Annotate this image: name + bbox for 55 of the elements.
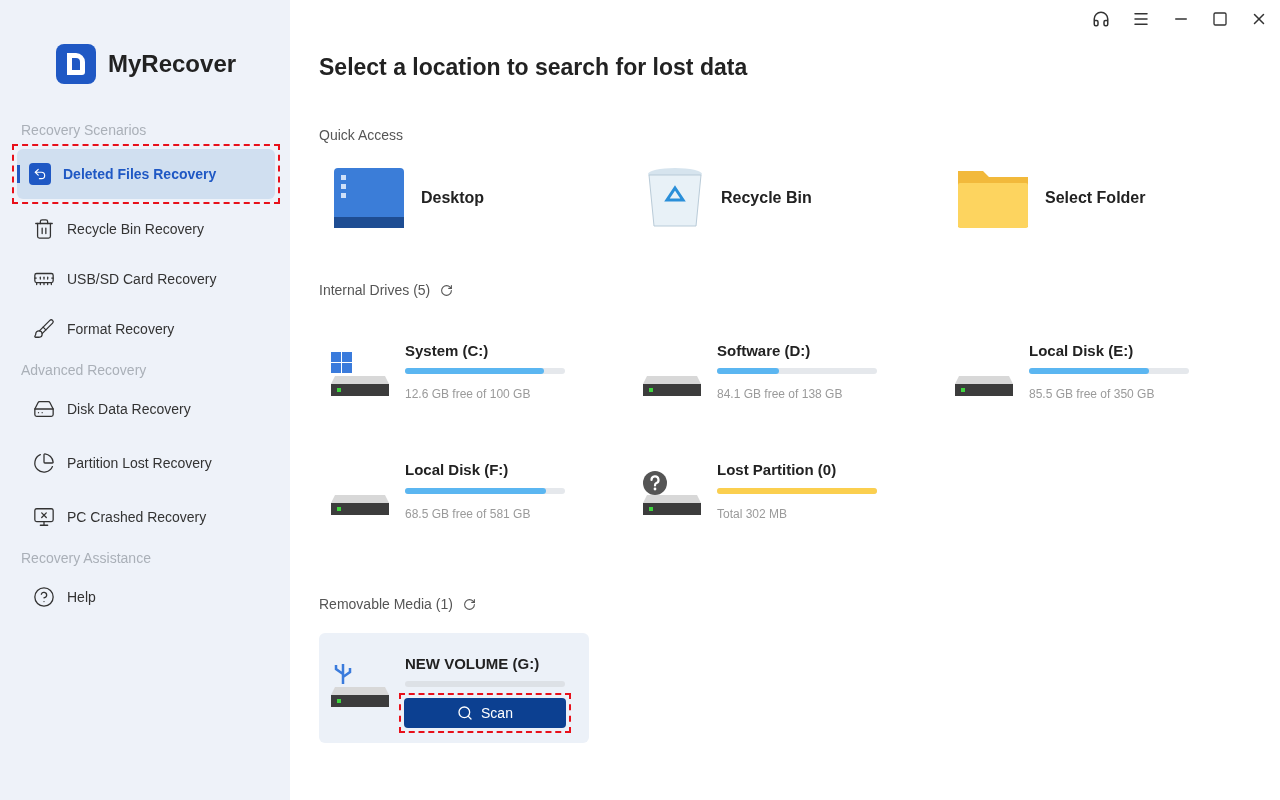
drive-name: Software (D:) [717, 340, 812, 361]
drive-card[interactable]: NEW VOLUME (G:) Scan [319, 632, 589, 743]
help-icon [33, 586, 55, 608]
drive-name: NEW VOLUME (G:) [405, 653, 541, 674]
section-label: Quick Access [319, 125, 405, 145]
headset-icon[interactable] [1092, 10, 1110, 28]
drive-info: 68.5 GB free of 581 GB [405, 505, 532, 523]
sidebar-item[interactable]: Disk Data Recovery [21, 384, 271, 434]
drive-info: Total 302 MB [717, 505, 789, 523]
scan-button[interactable]: Scan [404, 698, 566, 728]
question-mark-icon [643, 471, 667, 495]
app-name: MyRecover [108, 49, 237, 79]
hard-drive-icon [641, 495, 703, 515]
app-logo-icon [56, 44, 96, 84]
sidebar-item[interactable]: PC Crashed Recovery [21, 492, 271, 542]
sidebar-item[interactable]: Format Recovery [21, 304, 271, 354]
windows-logo-icon [331, 351, 352, 373]
drive-info: 84.1 GB free of 138 GB [717, 386, 844, 403]
drive-name: System (C:) [405, 340, 490, 361]
drive-info: 85.5 GB free of 350 GB [1029, 386, 1156, 403]
hard-drive-icon [329, 686, 391, 707]
hard-drive-icon [641, 375, 703, 396]
drive-name: Lost Partition (0) [717, 460, 838, 480]
drive-name: Local Disk (E:) [1029, 340, 1135, 361]
search-icon [457, 705, 474, 721]
quick-access-item[interactable]: Recycle Bin [631, 165, 943, 230]
drive-name: Local Disk (F:) [405, 460, 510, 480]
maximize-icon[interactable] [1212, 11, 1228, 27]
menu-icon[interactable] [1132, 10, 1150, 28]
quick-access-item[interactable]: Desktop [319, 165, 631, 230]
desktop-drive-icon [333, 166, 405, 229]
sidebar-item[interactable]: USB/SD Card Recovery [21, 254, 271, 304]
quick-access-item[interactable]: Select Folder [943, 165, 1255, 230]
refresh-icon[interactable] [462, 597, 476, 611]
section-label: Removable Media (1) [319, 594, 453, 614]
hard-drive-icon [329, 495, 391, 515]
hard-drive-icon [953, 375, 1015, 396]
usb-icon [334, 662, 352, 685]
pie-chart-icon [33, 452, 55, 474]
trash-icon [33, 218, 55, 240]
sidebar-item[interactable]: Help [21, 572, 271, 622]
sidebar-item[interactable]: Partition Lost Recovery [21, 438, 271, 488]
recycle-bin-icon [645, 165, 705, 230]
section-label: Advanced Recovery [21, 361, 148, 380]
sidebar-item[interactable]: Recycle Bin Recovery [21, 204, 271, 254]
sidebar-item[interactable]: Deleted Files Recovery [17, 149, 275, 199]
refresh-icon[interactable] [440, 283, 454, 297]
undo-icon [29, 163, 51, 185]
monitor-icon [33, 506, 55, 528]
section-label: Recovery Scenarios [21, 121, 148, 140]
page-title: Select a location to search for lost data [319, 53, 749, 82]
section-label: Recovery Assistance [21, 549, 152, 568]
section-label: Internal Drives (5) [319, 280, 431, 300]
drive-info: 12.6 GB free of 100 GB [405, 386, 532, 403]
hard-drive-icon [329, 375, 391, 396]
